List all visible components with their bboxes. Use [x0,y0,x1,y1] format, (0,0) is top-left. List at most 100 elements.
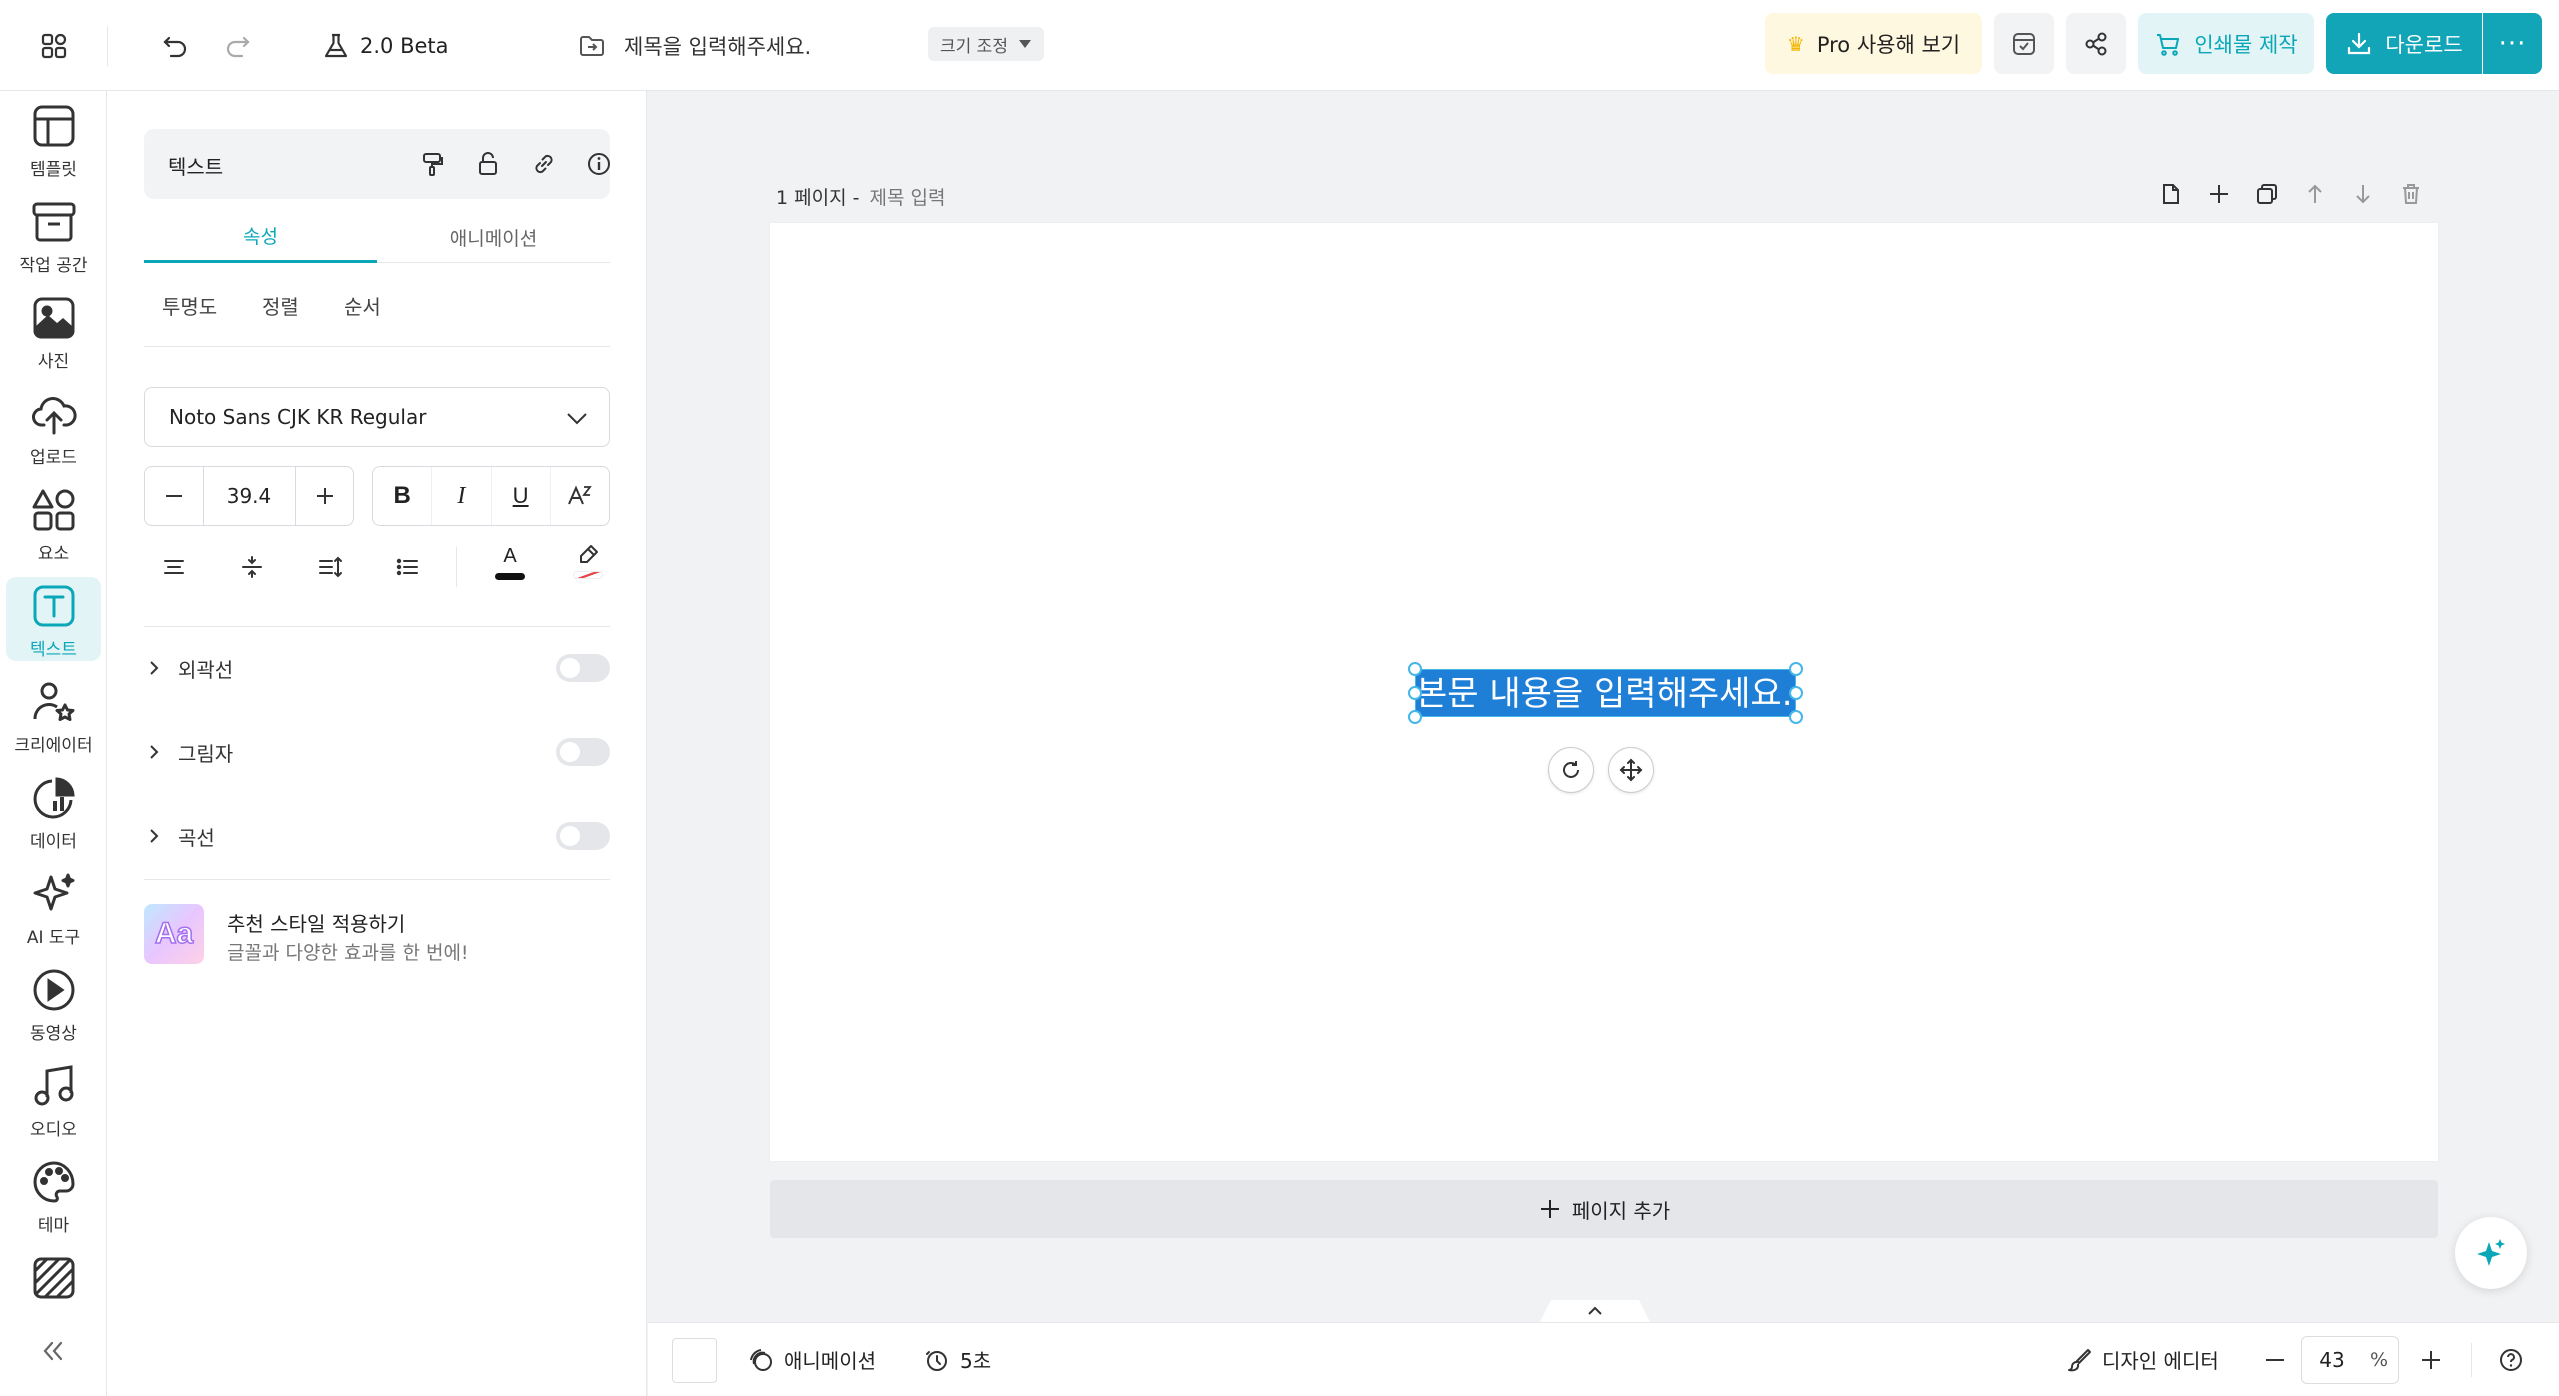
rail-label: AI 도구 [26,928,81,948]
tab-properties[interactable]: 속성 [144,211,377,263]
rail-item-upload[interactable]: 업로드 [6,385,101,469]
link-icon[interactable] [526,146,562,182]
rail-label: 업로드 [30,448,77,468]
rail-item-photo[interactable]: 사진 [6,289,101,373]
rail-item-theme[interactable]: 테마 [6,1153,101,1237]
body-text[interactable]: 본문 내용을 입력해주세요. [1416,674,1793,714]
animation-button[interactable]: 애니메이션 [748,1345,876,1374]
resize-dropdown[interactable]: 크기 조정 [928,27,1044,61]
text-color-button[interactable]: A [485,543,535,593]
design-page[interactable]: 본문 내용을 입력해주세요. [770,223,2438,1161]
version-label: 2.0 Beta [360,34,449,58]
add-page-icon[interactable] [2205,180,2233,208]
rail-item-elements[interactable]: 요소 [6,481,101,565]
left-rail: 템플릿 작업 공간 사진 업로드 요소 텍스트 크리에이터 데이터 AI 도구 … [0,91,107,1396]
resize-handle-w[interactable] [1408,686,1422,700]
pro-trial-button[interactable]: ♛ Pro 사용해 보기 [1765,13,1982,74]
format-painter-icon[interactable] [414,146,450,182]
rotate-handle[interactable] [1548,747,1594,793]
list-icon[interactable] [388,547,428,587]
rail-item-creator[interactable]: 크리에이터 [6,673,101,757]
ai-assistant-button[interactable] [2455,1217,2527,1289]
beta-version[interactable]: 2.0 Beta [322,26,449,66]
page-title-input[interactable]: 제목 입력 [870,187,946,209]
resize-handle-ne[interactable] [1789,662,1803,676]
text-align-icon[interactable] [154,547,194,587]
underline-button[interactable]: U [490,467,550,525]
pro-trial-label: Pro 사용해 보기 [1816,32,1961,57]
tab-animation[interactable]: 애니메이션 [377,211,610,263]
help-icon[interactable] [2494,1343,2528,1377]
curve-section[interactable]: 곡선 [144,816,610,856]
redo-icon[interactable] [218,26,258,66]
subtab-opacity[interactable]: 투명도 [162,291,217,320]
duration-button[interactable]: 5초 [924,1345,991,1374]
resize-handle-e[interactable] [1789,686,1803,700]
shadow-section[interactable]: 그림자 [144,732,610,772]
resize-label: 크기 조정 [940,36,1008,57]
template-icon [33,105,74,147]
curve-toggle[interactable] [556,822,610,850]
zoom-input[interactable]: 43 % [2301,1336,2399,1384]
rail-item-audio[interactable]: 오디오 [6,1057,101,1141]
share-button[interactable] [2066,13,2126,74]
apps-grid-icon[interactable] [34,26,74,66]
zoom-in-icon[interactable] [2414,1343,2448,1377]
stroke-section[interactable]: 외곽선 [144,648,610,688]
expand-timeline-tab[interactable] [1540,1300,1650,1322]
info-icon[interactable] [581,146,617,182]
more-options-button[interactable]: ··· [2483,13,2542,74]
rail-label: 동영상 [30,1024,77,1044]
download-button[interactable]: 다운로드 [2326,13,2482,74]
move-page-down-icon[interactable] [2349,180,2377,208]
zoom-out-icon[interactable] [2258,1343,2292,1377]
letter-spacing-icon[interactable] [232,547,272,587]
rail-item-video[interactable]: 동영상 [6,961,101,1045]
zoom-unit: % [2369,1349,2388,1371]
rail-label: 템플릿 [30,160,77,180]
delete-page-icon[interactable] [2397,180,2425,208]
shadow-toggle[interactable] [556,738,610,766]
increase-size-icon[interactable] [296,467,354,525]
save-button[interactable] [1994,13,2054,74]
design-editor-button[interactable]: 디자인 에디터 [2066,1345,2219,1374]
collapse-rail-icon[interactable] [33,1331,73,1371]
page-thumbnail[interactable] [672,1338,717,1383]
rail-item-template[interactable]: 템플릿 [6,97,101,181]
rail-item-pattern[interactable] [6,1249,101,1309]
italic-button[interactable]: I [431,467,490,525]
undo-icon[interactable] [155,26,195,66]
page-toolbar [2157,180,2425,208]
rail-item-data[interactable]: 데이터 [6,769,101,853]
rail-item-workspace[interactable]: 작업 공간 [6,193,101,277]
move-page-up-icon[interactable] [2301,180,2329,208]
rail-item-text[interactable]: 텍스트 [6,577,101,661]
print-order-button[interactable]: 인쇄물 제작 [2138,13,2314,74]
subtab-order[interactable]: 순서 [344,291,381,320]
font-size-input[interactable]: 39.4 [203,467,295,525]
rail-label: 테마 [37,1216,70,1236]
section-label: 그림자 [178,741,234,766]
selected-text-box[interactable]: 본문 내용을 입력해주세요. [1408,662,1803,724]
move-handle[interactable] [1608,747,1654,793]
document-title[interactable]: 제목을 입력해주세요. [578,26,811,66]
stroke-toggle[interactable] [556,654,610,682]
resize-handle-se[interactable] [1789,710,1803,724]
decrease-size-icon[interactable] [145,467,203,525]
resize-handle-nw[interactable] [1408,662,1422,676]
add-page-button[interactable]: 페이지 추가 [770,1180,2438,1238]
rail-item-ai-tools[interactable]: AI 도구 [6,865,101,949]
highlight-color-button[interactable] [563,543,613,593]
text-effect-button[interactable] [549,467,609,525]
subtab-align[interactable]: 정렬 [262,291,299,320]
line-height-icon[interactable] [310,547,350,587]
bold-button[interactable]: B [373,467,431,525]
music-icon [34,1065,73,1106]
lock-icon[interactable] [470,146,506,182]
recommended-style-card[interactable]: Aa 추천 스타일 적용하기 글꼴과 다양한 효과를 한 번에! [144,904,610,974]
font-family-select[interactable]: Noto Sans CJK KR Regular [144,387,610,447]
resize-handle-sw[interactable] [1408,710,1422,724]
duplicate-page-icon[interactable] [2253,180,2281,208]
panel-title: 텍스트 [168,155,224,179]
page-note-icon[interactable] [2157,180,2185,208]
